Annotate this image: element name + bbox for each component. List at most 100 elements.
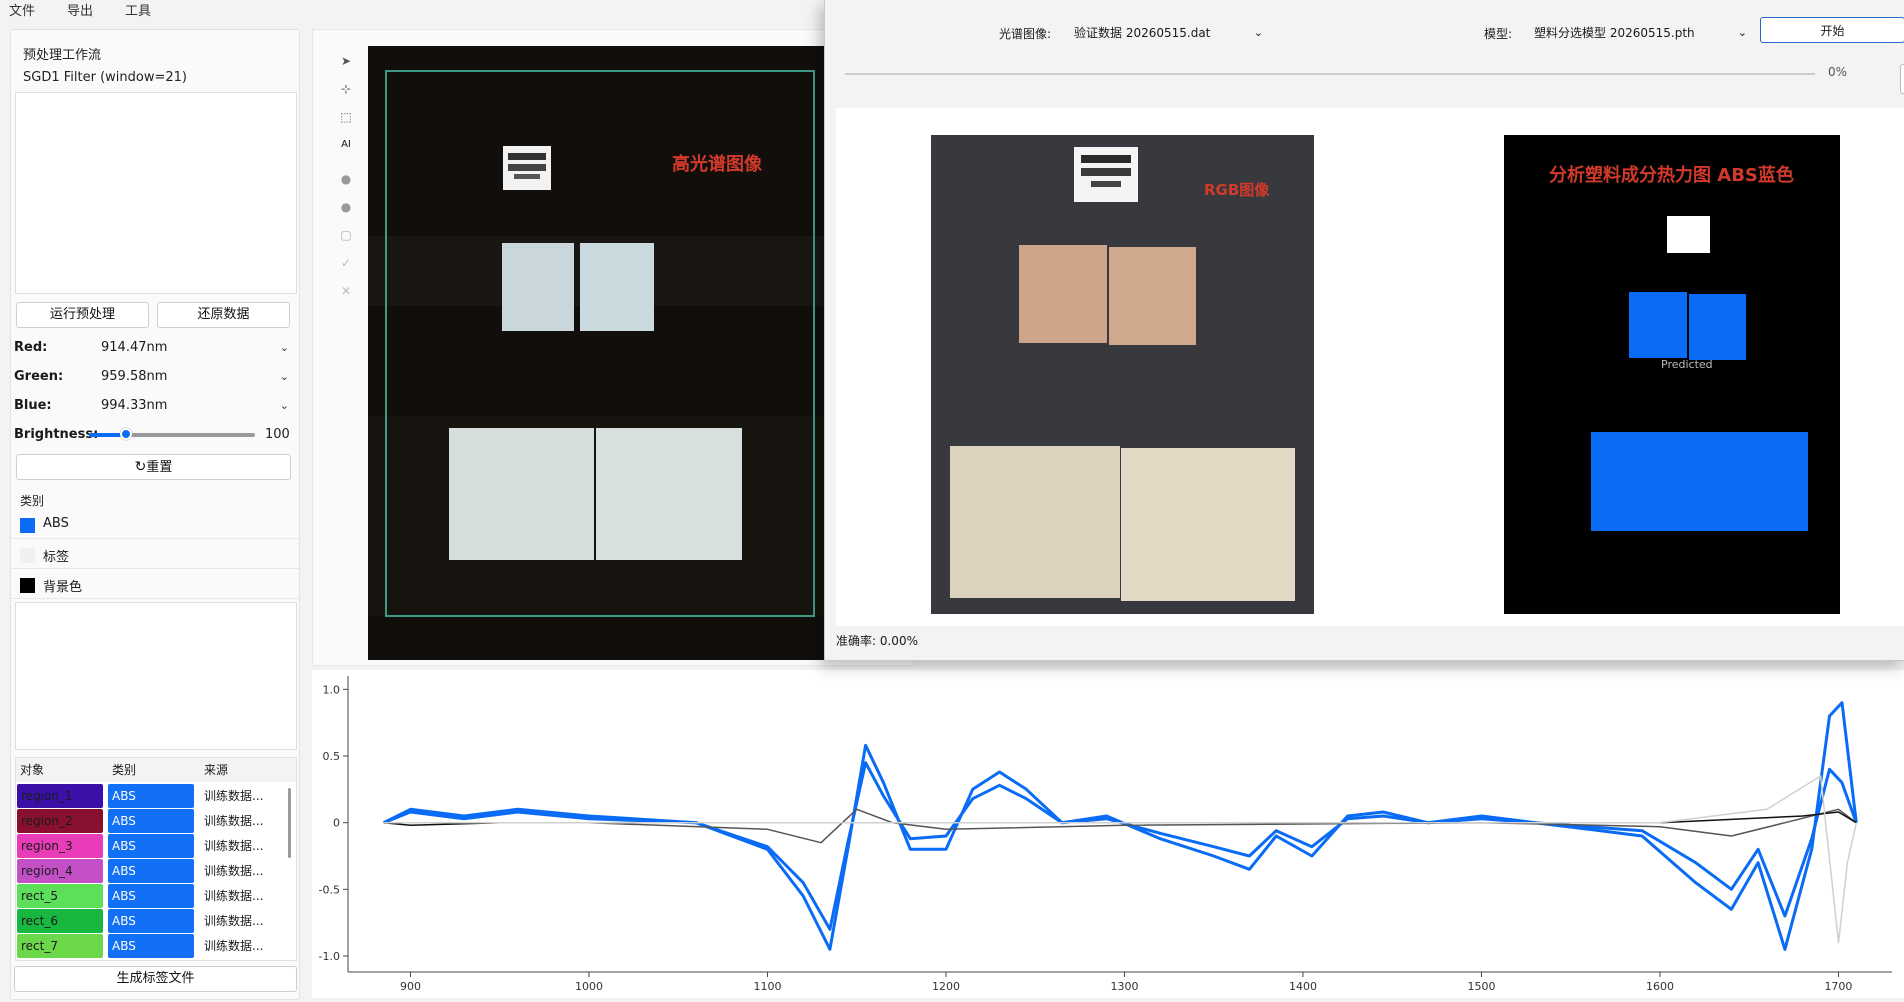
- category-color-swatch: [20, 578, 35, 593]
- red-label: Red:: [14, 340, 48, 355]
- x-tick-label: 1100: [753, 980, 781, 993]
- spectral-image-label: 光谱图像:: [999, 27, 1052, 41]
- spectrum-line-5: [383, 775, 1858, 944]
- spectral-chart[interactable]: 900 1000 1100 1200 1300 1400 1500 1600 1700 1.0 0.…: [312, 670, 1904, 998]
- side-button-stub[interactable]: [1900, 64, 1904, 94]
- y-tick-label: 1.0: [323, 683, 341, 696]
- object-name-cell: region_2: [17, 809, 103, 833]
- run-preprocess-button[interactable]: 运行预处理: [16, 302, 149, 328]
- red-band-value: 914.47nm: [101, 340, 168, 355]
- menu-export[interactable]: 导出: [67, 0, 93, 19]
- reset-button[interactable]: ↻重置: [16, 454, 291, 480]
- heatmap-title: 分析塑料成分热力图 ABS蓝色: [1549, 165, 1794, 186]
- circle-tool-icon[interactable]: ●: [334, 168, 358, 190]
- rgb-image-canvas: [931, 135, 1314, 614]
- category-color-swatch: [20, 548, 35, 563]
- table-scrollbar[interactable]: [288, 788, 291, 858]
- ai-tool-button[interactable]: AI: [334, 134, 358, 156]
- rect-select-tool-icon[interactable]: ⬚: [334, 106, 358, 128]
- category-item[interactable]: 背景色: [11, 570, 299, 599]
- rgb-overlay-label: RGB图像: [1204, 181, 1270, 199]
- table-row[interactable]: region_4 ABS 训练数据...: [16, 859, 286, 883]
- table-row[interactable]: rect_6 ABS 训练数据...: [16, 909, 286, 933]
- hyperspectral-image[interactable]: 高光谱图像: [368, 46, 828, 660]
- x-tick-label: 1000: [575, 980, 603, 993]
- object-category-cell: ABS: [108, 784, 194, 808]
- y-tick-label: -1.0: [319, 950, 340, 963]
- reset-button-label: 重置: [146, 460, 173, 475]
- categories-header: 类别: [20, 494, 45, 508]
- crosshair-tool-icon[interactable]: ⊹: [334, 78, 358, 100]
- model-select[interactable]: 塑料分选模型 20260515.pth ⌄: [1529, 22, 1753, 44]
- dialog-result-canvas: RGB图像 分析塑料成分热力图 ABS蓝色 Predicted: [836, 108, 1904, 626]
- object-category-cell: ABS: [108, 934, 194, 958]
- heatmap-canvas: [1591, 216, 1808, 531]
- object-name-cell: region_4: [17, 859, 103, 883]
- object-name-cell: rect_5: [17, 884, 103, 908]
- model-value: 塑料分选模型 20260515.pth: [1534, 26, 1695, 40]
- chevron-down-icon: ⌄: [279, 341, 289, 354]
- blue-label: Blue:: [14, 398, 52, 413]
- arrow-tool-icon[interactable]: ➤: [334, 50, 358, 72]
- category-item[interactable]: 标签: [11, 540, 299, 569]
- generate-label-file-button[interactable]: 生成标签文件: [14, 966, 297, 992]
- green-band-value: 959.58nm: [101, 369, 168, 384]
- refresh-icon: ↻: [134, 459, 147, 475]
- workflow-list[interactable]: [15, 92, 297, 294]
- object-source-cell: 训练数据...: [204, 839, 264, 853]
- brightness-label: Brightness:: [14, 427, 99, 442]
- object-source-cell: 训练数据...: [204, 789, 264, 803]
- square-tool-icon[interactable]: ▢: [334, 224, 358, 246]
- object-source-cell: 训练数据...: [204, 889, 264, 903]
- table-row[interactable]: region_2 ABS 训练数据...: [16, 809, 286, 833]
- category-color-swatch: [20, 518, 35, 533]
- x-tick-label: 900: [400, 980, 421, 993]
- spectrum-line-2: [383, 761, 1858, 931]
- chevron-down-icon: ⌄: [279, 399, 289, 412]
- category-name: 标签: [43, 550, 70, 565]
- object-category-cell: ABS: [108, 834, 194, 858]
- restore-data-button[interactable]: 还原数据: [157, 302, 290, 328]
- object-category-cell: ABS: [108, 859, 194, 883]
- menu-tools[interactable]: 工具: [125, 0, 151, 19]
- object-name-cell: region_1: [17, 784, 103, 808]
- category-item[interactable]: ABS: [11, 510, 299, 539]
- spectral-image-value: 验证数据 20260515.dat: [1074, 26, 1211, 40]
- heatmap-image: 分析塑料成分热力图 ABS蓝色 Predicted: [1504, 135, 1840, 614]
- check-tool-icon[interactable]: ✓: [334, 252, 358, 274]
- object-name-cell: rect_6: [17, 909, 103, 933]
- table-row[interactable]: region_1 ABS 训练数据...: [16, 784, 286, 808]
- y-tick-label: 0: [333, 817, 340, 830]
- table-row[interactable]: rect_7 ABS 训练数据...: [16, 934, 286, 958]
- green-band-select[interactable]: 959.58nm ⌄: [95, 366, 295, 388]
- start-button[interactable]: 开始: [1760, 17, 1904, 43]
- brightness-slider-handle[interactable]: [119, 428, 132, 440]
- table-header-source: 来源: [200, 758, 296, 782]
- table-row[interactable]: rect_5 ABS 训练数据...: [16, 884, 286, 908]
- workflow-title: 预处理工作流: [23, 48, 102, 63]
- object-source-cell: 训练数据...: [204, 939, 264, 953]
- table-header-category: 类别: [108, 758, 200, 782]
- red-band-select[interactable]: 914.47nm ⌄: [95, 337, 295, 359]
- accuracy-label: 准确率: 0.00%: [836, 634, 918, 648]
- chevron-down-icon: ⌄: [1253, 26, 1263, 39]
- filled-circle-tool-icon[interactable]: ●: [334, 196, 358, 218]
- table-row[interactable]: region_3 ABS 训练数据...: [16, 834, 286, 858]
- category-empty-area[interactable]: [15, 602, 297, 750]
- hyperspectral-image-canvas: [368, 46, 828, 660]
- x-tick-label: 1200: [932, 980, 960, 993]
- object-category-cell: ABS: [108, 884, 194, 908]
- spectral-image-select[interactable]: 验证数据 20260515.dat ⌄: [1069, 22, 1269, 44]
- brightness-slider-track[interactable]: [89, 428, 255, 440]
- progress-bar-track: [845, 73, 1815, 75]
- green-label: Green:: [14, 369, 64, 384]
- rgb-image: RGB图像: [931, 135, 1314, 614]
- object-source-cell: 训练数据...: [204, 914, 264, 928]
- blue-band-select[interactable]: 994.33nm ⌄: [95, 395, 295, 417]
- menu-file[interactable]: 文件: [9, 0, 35, 19]
- workflow-step[interactable]: SGD1 Filter (window=21): [23, 70, 187, 85]
- object-name-cell: rect_7: [17, 934, 103, 958]
- y-tick-label: 0.5: [323, 750, 341, 763]
- object-source-cell: 训练数据...: [204, 814, 264, 828]
- close-tool-icon[interactable]: ✕: [334, 280, 358, 302]
